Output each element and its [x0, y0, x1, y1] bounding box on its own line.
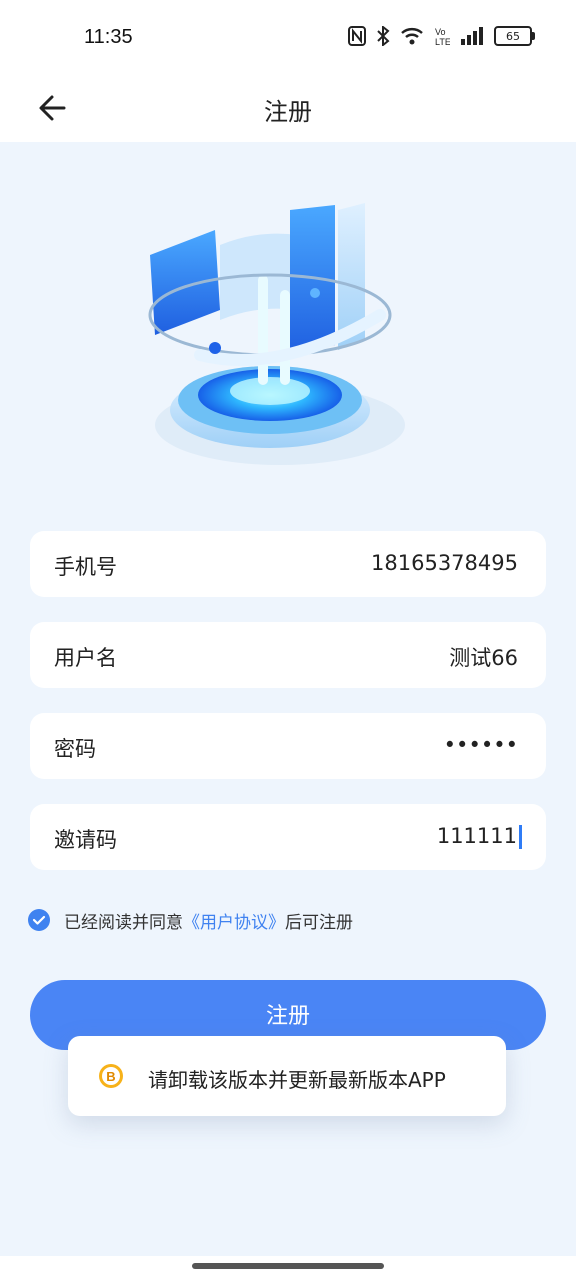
user-agreement-link[interactable]: 《用户协议》 [183, 908, 285, 933]
invite-code-input-wrap[interactable]: 111111 [437, 824, 522, 849]
nfc-icon [348, 26, 366, 46]
home-indicator[interactable] [192, 1263, 384, 1269]
password-label: 密码 [54, 737, 96, 761]
invite-code-field[interactable]: 邀请码 111111 [30, 804, 546, 870]
agreement-checkbox[interactable] [28, 909, 50, 931]
svg-text:LTE: LTE [435, 37, 450, 46]
toast-message: 请卸载该版本并更新最新版本APP [148, 1068, 446, 1092]
status-bar: 11:35 Vo LTE 65 [0, 0, 576, 76]
phone-field[interactable]: 手机号 18165378495 [30, 531, 546, 597]
invite-code-label: 邀请码 [54, 828, 117, 852]
battery-level: 65 [506, 29, 520, 43]
signal-icon [460, 27, 484, 45]
check-icon [32, 915, 46, 925]
username-input[interactable]: 测试66 [449, 642, 518, 672]
agreement-prefix: 已经阅读并同意 [64, 912, 183, 933]
bluetooth-icon [376, 26, 390, 46]
agreement-suffix: 后可注册 [285, 912, 353, 933]
agreement-row: 已经阅读并同意 《用户协议》 后可注册 [28, 906, 353, 934]
volte-icon: Vo LTE [434, 26, 450, 46]
username-label: 用户名 [54, 646, 117, 670]
phone-input[interactable]: 18165378495 [371, 551, 518, 575]
svg-text:B: B [106, 1069, 115, 1084]
battery-icon: 65 [494, 26, 535, 46]
bitcoin-coin-icon: B [98, 1063, 124, 1089]
status-icons: Vo LTE 65 [348, 26, 535, 46]
status-time: 11:35 [84, 26, 133, 48]
toast: B 请卸载该版本并更新最新版本APP [68, 1036, 506, 1116]
svg-text:Vo: Vo [435, 27, 446, 37]
username-field[interactable]: 用户名 测试66 [30, 622, 546, 688]
invite-code-input[interactable]: 111111 [437, 824, 517, 848]
nav-bar: 注册 [0, 76, 576, 142]
phone-label: 手机号 [54, 555, 117, 579]
password-input[interactable]: •••••• [444, 733, 518, 757]
password-field[interactable]: 密码 •••••• [30, 713, 546, 779]
page-title: 注册 [264, 98, 312, 126]
text-caret [519, 825, 522, 849]
hero-illustration [140, 195, 420, 485]
wifi-icon [400, 27, 424, 45]
